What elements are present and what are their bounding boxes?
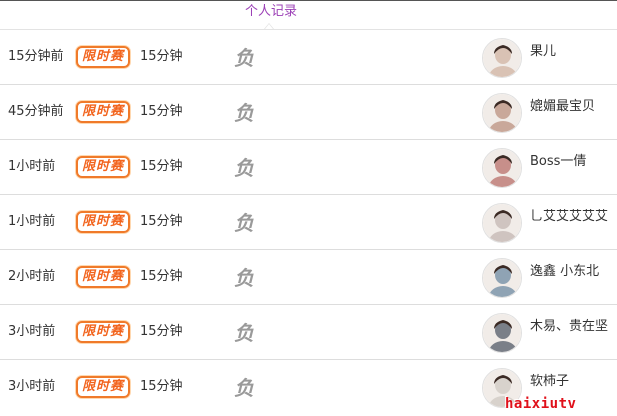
opponent-avatar[interactable] — [482, 93, 522, 133]
person-avatar-icon — [483, 259, 521, 297]
watermark: haixiutv — [505, 396, 577, 412]
opponent-name[interactable]: 逸鑫 小东北 — [530, 260, 599, 279]
opponent-avatar[interactable] — [482, 148, 522, 188]
timed-match-badge: 限时赛 — [76, 156, 130, 178]
record-row: 3小时前 限时赛 15分钟 负 木易、贵在坚 — [0, 305, 617, 360]
person-avatar-icon — [483, 204, 521, 242]
record-time: 1小时前 — [8, 159, 56, 174]
record-time: 3小时前 — [8, 324, 56, 339]
match-result: 负 — [234, 46, 254, 70]
record-row: 15分钟前 限时赛 15分钟 负 果儿 — [0, 30, 617, 85]
opponent-name[interactable]: 乚艾艾艾艾艾 — [530, 205, 608, 224]
opponent-name[interactable]: 媲媚最宝贝 — [530, 95, 595, 114]
opponent-name[interactable]: 木易、贵在坚 — [530, 315, 608, 334]
match-duration: 15分钟 — [140, 269, 183, 284]
record-row: 45分钟前 限时赛 15分钟 负 媲媚最宝贝 — [0, 85, 617, 140]
person-avatar-icon — [483, 149, 521, 187]
timed-match-badge: 限时赛 — [76, 321, 130, 343]
record-row: 2小时前 限时赛 15分钟 负 逸鑫 小东北 — [0, 250, 617, 305]
person-avatar-icon — [483, 94, 521, 132]
match-result: 负 — [234, 156, 254, 180]
match-result: 负 — [234, 101, 254, 125]
opponent-name[interactable]: Boss一倩 — [530, 150, 586, 169]
match-duration: 15分钟 — [140, 49, 183, 64]
match-result: 负 — [234, 376, 254, 400]
timed-match-badge: 限时赛 — [76, 101, 130, 123]
record-time: 3小时前 — [8, 379, 56, 394]
match-duration: 15分钟 — [140, 159, 183, 174]
timed-match-badge: 限时赛 — [76, 266, 130, 288]
match-duration: 15分钟 — [140, 379, 183, 394]
match-duration: 15分钟 — [140, 104, 183, 119]
match-result: 负 — [234, 321, 254, 345]
person-avatar-icon — [483, 314, 521, 352]
match-duration: 15分钟 — [140, 214, 183, 229]
record-time: 1小时前 — [8, 214, 56, 229]
record-row: 1小时前 限时赛 15分钟 负 乚艾艾艾艾艾 — [0, 195, 617, 250]
timed-match-badge: 限时赛 — [76, 376, 130, 398]
top-tab-bar: 个人记录 — [0, 0, 617, 30]
opponent-avatar[interactable] — [482, 258, 522, 298]
opponent-avatar[interactable] — [482, 38, 522, 78]
opponent-name[interactable]: 果儿 — [530, 40, 556, 59]
record-time: 15分钟前 — [8, 49, 64, 64]
opponent-avatar[interactable] — [482, 203, 522, 243]
match-duration: 15分钟 — [140, 324, 183, 339]
record-row: 1小时前 限时赛 15分钟 负 Boss一倩 — [0, 140, 617, 195]
opponent-name[interactable]: 软柿子 — [530, 370, 569, 389]
match-result: 负 — [234, 266, 254, 290]
timed-match-badge: 限时赛 — [76, 46, 130, 68]
record-list: 15分钟前 限时赛 15分钟 负 果儿 45分钟前 限时赛 15分钟 负 媲媚最… — [0, 30, 617, 415]
timed-match-badge: 限时赛 — [76, 211, 130, 233]
person-avatar-icon — [483, 39, 521, 77]
active-tab-indicator — [264, 23, 274, 29]
match-result: 负 — [234, 211, 254, 235]
record-time: 2小时前 — [8, 269, 56, 284]
opponent-avatar[interactable] — [482, 313, 522, 353]
record-time: 45分钟前 — [8, 104, 64, 119]
